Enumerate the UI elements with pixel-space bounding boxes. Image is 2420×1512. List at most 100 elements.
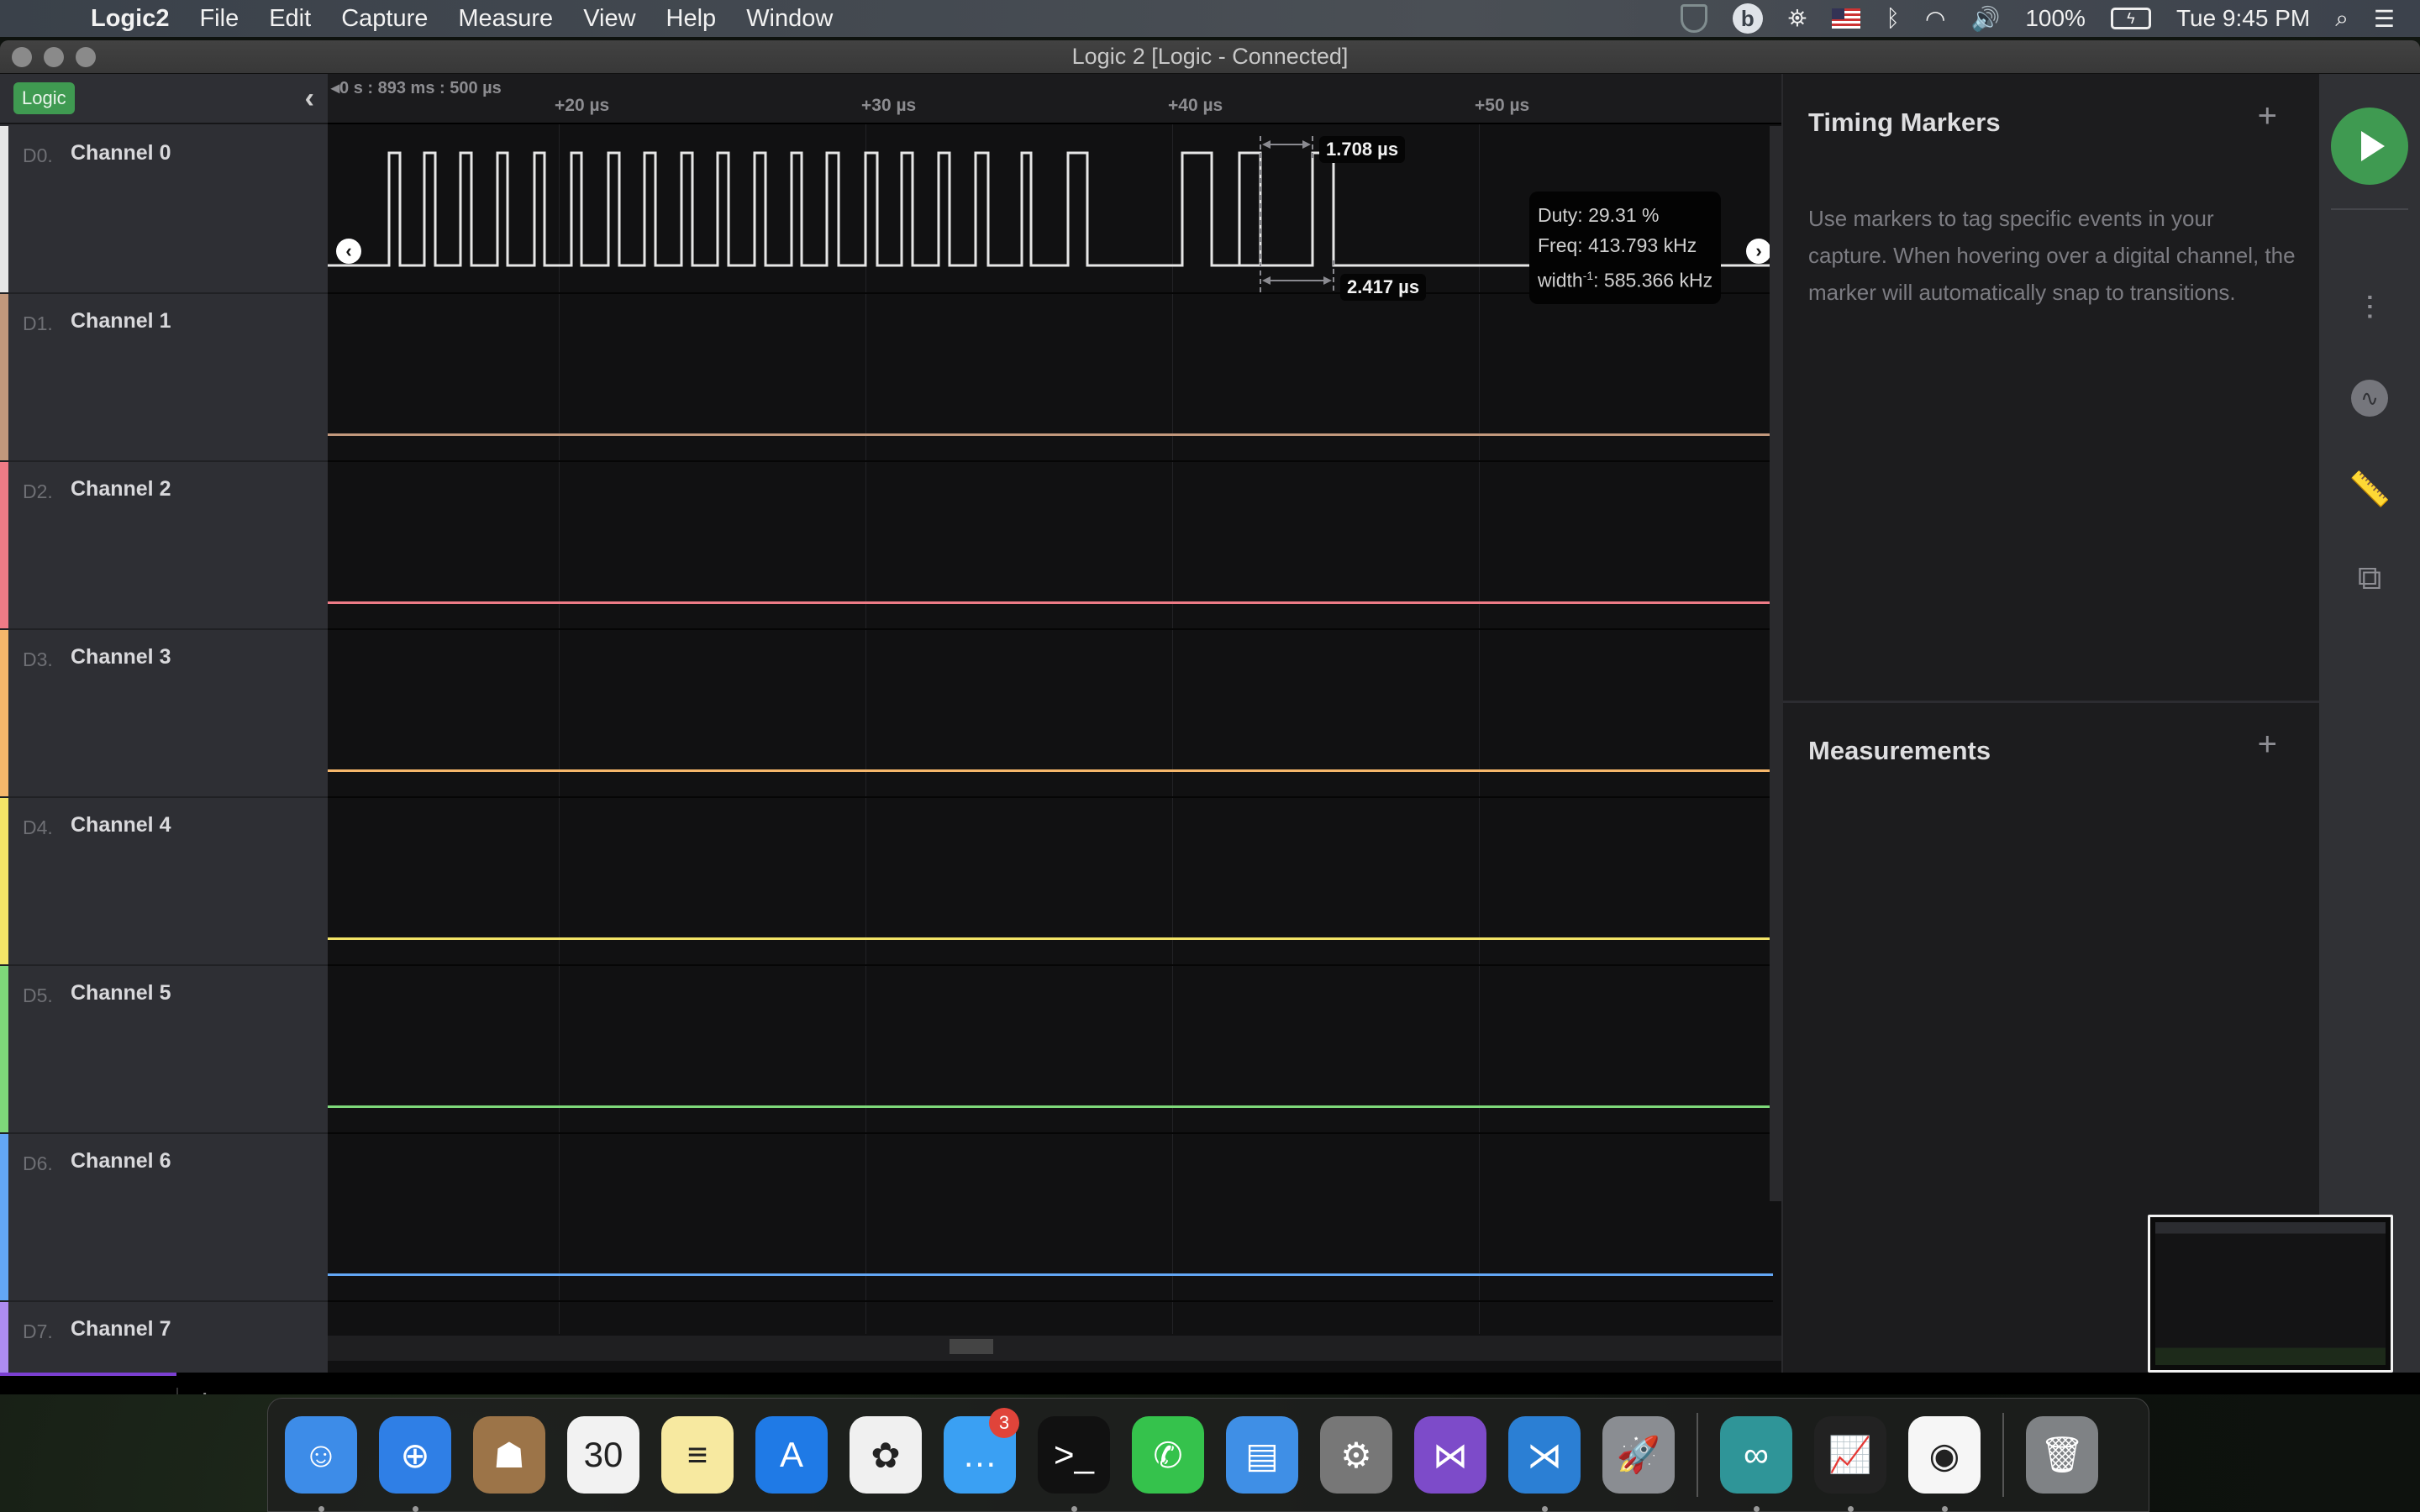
next-edge-chevron-right-icon[interactable]: ›	[1746, 239, 1771, 264]
channel-lane[interactable]	[328, 630, 1773, 798]
arrow-head	[1262, 140, 1270, 149]
dock-trash-icon[interactable]: 🗑	[2026, 1416, 2098, 1494]
start-capture-play-button[interactable]	[2331, 108, 2408, 185]
menu-view[interactable]: View	[583, 5, 635, 33]
channel-row[interactable]: D3. Channel 3	[0, 630, 328, 798]
add-session-button[interactable]: +	[195, 1383, 214, 1394]
channel-name[interactable]: Channel 6	[71, 1149, 171, 1173]
battery-percent[interactable]: 100%	[2025, 5, 2086, 32]
screenshot-thumbnail-preview[interactable]	[2148, 1215, 2393, 1373]
menu-measure[interactable]: Measure	[458, 5, 553, 33]
wifi-icon[interactable]: ◠	[1925, 5, 1945, 33]
channel-lane[interactable]	[328, 294, 1773, 462]
channel-index: D0.	[23, 144, 53, 166]
arrow-head	[1262, 276, 1270, 285]
menu-app-name[interactable]: Logic2	[91, 5, 169, 33]
device-settings-sliders-icon[interactable]: ⫶	[2349, 289, 2390, 329]
macos-dock: ☺ ⊕ ☗ 30 ≡ A ✿ … 3 >_ ✆ ▤ ⚙ ⋈ ⋊ 🚀 ∞ 📈 ◉ 🗑	[267, 1398, 2149, 1512]
waveform-view[interactable]: ◂0 s : 893 ms : 500 µs +20 µs +30 µs +40…	[328, 74, 1781, 1373]
dock-terminal-icon[interactable]: >_	[1038, 1416, 1110, 1512]
dock-calendar-icon[interactable]: 30	[567, 1416, 639, 1494]
menu-capture[interactable]: Capture	[341, 5, 428, 33]
adguard-shield-icon[interactable]	[1680, 4, 1707, 33]
channel-row[interactable]: D4. Channel 4	[0, 798, 328, 966]
time-ruler[interactable]: ◂0 s : 893 ms : 500 µs +20 µs +30 µs +40…	[328, 74, 1781, 124]
volume-icon[interactable]: 🔊	[1970, 5, 2000, 33]
dock-contacts-icon[interactable]: ☗	[473, 1416, 545, 1494]
dock-safari-icon[interactable]: ⊕	[379, 1416, 451, 1512]
channel-name[interactable]: Channel 1	[71, 309, 171, 333]
channel-row[interactable]: D0. Channel 0	[0, 126, 328, 294]
channel-name[interactable]: Channel 5	[71, 981, 171, 1005]
dock-photos-icon[interactable]: ✿	[850, 1416, 922, 1494]
session-tab[interactable]: Session 0	[24, 1391, 124, 1394]
close-session-icon[interactable]: ×	[139, 1391, 152, 1394]
scrollbar-thumb[interactable]	[950, 1339, 993, 1354]
binoculars-icon[interactable]: ⛯	[1788, 5, 1807, 33]
timing-markers-title: Timing Markers	[1808, 108, 2001, 137]
channel-signal-line	[328, 1273, 1773, 1276]
beats-icon[interactable]: b	[1732, 3, 1763, 34]
menu-edit[interactable]: Edit	[269, 5, 311, 33]
channel-color-stripe	[0, 1134, 8, 1300]
dock-finder-icon[interactable]: ☺	[285, 1416, 357, 1512]
bluetooth-icon[interactable]: ᛒ	[1886, 5, 1900, 32]
menu-window[interactable]: Window	[746, 5, 833, 33]
ruler-tick: +30 µs	[861, 96, 917, 115]
prev-edge-chevron-left-icon[interactable]: ‹	[336, 239, 361, 264]
dock-system-preferences-icon[interactable]: ⚙	[1320, 1416, 1392, 1494]
running-indicator	[1542, 1506, 1548, 1512]
channel-name[interactable]: Channel 4	[71, 813, 171, 837]
channel-lane[interactable]	[328, 966, 1773, 1134]
add-timing-marker-button[interactable]: +	[2258, 97, 2277, 135]
vertical-scrollbar[interactable]	[1770, 126, 1781, 1201]
measurements-title: Measurements	[1808, 736, 1991, 765]
channel-lane[interactable]	[328, 462, 1773, 630]
close-window-button[interactable]	[12, 47, 32, 67]
analyzers-pulse-icon[interactable]: ∿	[2349, 378, 2390, 418]
channel-row[interactable]: D2. Channel 2	[0, 462, 328, 630]
channel-lane[interactable]	[328, 798, 1773, 966]
channel-row[interactable]: D1. Channel 1	[0, 294, 328, 462]
spotlight-search-icon[interactable]: ⌕	[2335, 5, 2349, 33]
dock-visual-studio-icon[interactable]: ⋈	[1414, 1416, 1486, 1494]
measurements-ruler-icon[interactable]: 📏	[2349, 469, 2391, 509]
battery-charging-icon[interactable]: ϟ	[2110, 8, 2151, 29]
dock-keynote-icon[interactable]: ▤	[1226, 1416, 1298, 1494]
channel-index: D5.	[23, 984, 53, 1006]
dock-notes-icon[interactable]: ≡	[661, 1416, 734, 1494]
channel-row[interactable]: D5. Channel 5	[0, 966, 328, 1134]
dock-app-store-icon[interactable]: A	[755, 1416, 828, 1494]
channel-name[interactable]: Channel 7	[71, 1317, 171, 1341]
running-indicator	[1754, 1506, 1760, 1512]
clock[interactable]: Tue 9:45 PM	[2176, 5, 2310, 32]
notification-center-icon[interactable]: ☰	[2374, 5, 2395, 33]
us-flag-icon[interactable]	[1832, 8, 1861, 29]
channel-signal-line	[328, 769, 1773, 772]
dock-stocks-icon[interactable]: 📈	[1814, 1416, 1886, 1512]
minimize-window-button[interactable]	[44, 47, 64, 67]
dock-logic-2-icon[interactable]: ◉	[1908, 1416, 1981, 1512]
dock-visual-studio-code-icon[interactable]: ⋊	[1508, 1416, 1581, 1512]
dock-glyph: 📈	[1828, 1434, 1873, 1474]
collapse-panel-chevron-icon[interactable]: ‹	[305, 82, 314, 115]
channel-name[interactable]: Channel 2	[71, 477, 171, 501]
channel-name[interactable]: Channel 0	[71, 141, 171, 165]
channel-name[interactable]: Channel 3	[71, 645, 171, 669]
channel-index: D7.	[23, 1320, 53, 1342]
dock-messages-icon[interactable]: … 3	[944, 1408, 1019, 1494]
channel-signal-line	[328, 601, 1773, 604]
menu-help[interactable]: Help	[666, 5, 717, 33]
zoom-window-button[interactable]	[76, 47, 96, 67]
dock-facetime-icon[interactable]: ✆	[1132, 1416, 1204, 1494]
dock-launchpad-icon[interactable]: 🚀	[1602, 1416, 1675, 1494]
dock-arduino-icon[interactable]: ∞	[1720, 1416, 1792, 1512]
channel-row[interactable]: D6. Channel 6	[0, 1134, 328, 1302]
extensions-icon[interactable]: ⧉	[2349, 558, 2390, 598]
horizontal-scrollbar[interactable]	[328, 1336, 1781, 1361]
channel-lane[interactable]	[328, 1134, 1773, 1302]
add-measurement-button[interactable]: +	[2258, 726, 2277, 764]
device-badge[interactable]: Logic	[13, 82, 75, 114]
channel-list-panel: Logic ‹ D0. Channel 0 D1. Channel 1 D2. Chann…	[0, 74, 328, 1394]
menu-file[interactable]: File	[199, 5, 239, 33]
